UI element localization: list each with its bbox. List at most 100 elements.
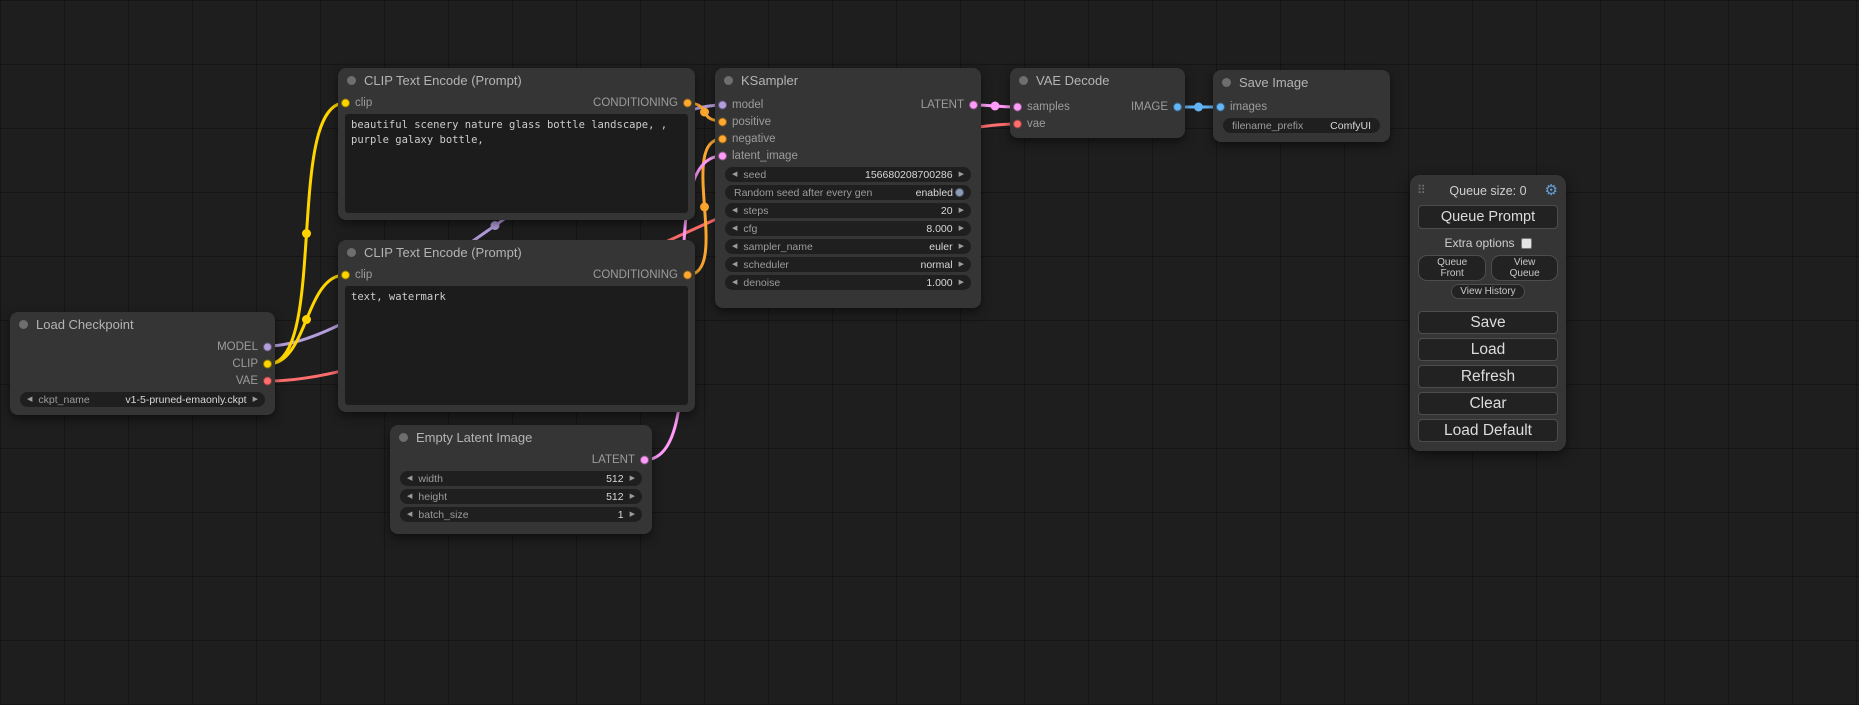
node-title-bar[interactable]: Empty Latent Image [390,425,652,449]
collapse-dot-icon[interactable] [724,76,733,85]
extra-options-checkbox[interactable] [1521,238,1532,249]
clear-button[interactable]: Clear [1418,392,1558,415]
increment-arrow-icon[interactable]: ▶ [630,493,635,500]
node-title-bar[interactable]: KSampler [715,68,981,92]
widget-height[interactable]: ◀ height 512 ▶ [400,489,642,504]
drag-handle-icon[interactable]: ⠿ [1417,183,1426,197]
view-history-button[interactable]: View History [1451,284,1524,299]
widget-steps[interactable]: ◀ steps 20 ▶ [725,203,971,218]
widget-label: filename_prefix [1232,120,1303,132]
graph-canvas[interactable]: Load Checkpoint MODEL CLIP VAE ◀ ckpt_na… [0,0,1859,705]
collapse-dot-icon[interactable] [399,433,408,442]
collapse-dot-icon[interactable] [19,320,28,329]
widget-width[interactable]: ◀ width 512 ▶ [400,471,642,486]
port-samples-input[interactable] [1013,102,1022,111]
node-title-bar[interactable]: CLIP Text Encode (Prompt) [338,68,695,92]
widget-denoise[interactable]: ◀ denoise 1.000 ▶ [725,275,971,290]
decrement-arrow-icon[interactable]: ◀ [732,279,737,286]
widget-sampler-name[interactable]: ◀ sampler_name euler ▶ [725,239,971,254]
increment-arrow-icon[interactable]: ▶ [959,171,964,178]
port-positive-input[interactable] [718,117,727,126]
decrement-arrow-icon[interactable]: ◀ [732,225,737,232]
input-label-latent-image: latent_image [715,150,798,162]
settings-gear-icon[interactable]: ⚙ [1545,181,1558,199]
increment-arrow-icon[interactable]: ▶ [630,475,635,482]
widget-ckpt-name[interactable]: ◀ ckpt_name v1-5-pruned-emaonly.ckpt ▶ [20,392,265,407]
node-title: CLIP Text Encode (Prompt) [364,73,522,88]
save-button[interactable]: Save [1418,311,1558,334]
node-vae-decode[interactable]: VAE Decode samples IMAGE vae [1010,68,1185,138]
widget-label: cfg [743,223,757,235]
view-queue-button[interactable]: View Queue [1491,255,1558,281]
toggle-dot-icon[interactable] [955,188,964,197]
load-button[interactable]: Load [1418,338,1558,361]
increment-arrow-icon[interactable]: ▶ [959,225,964,232]
node-title: Save Image [1239,75,1308,90]
port-vae-input[interactable] [1013,119,1022,128]
increment-arrow-icon[interactable]: ▶ [959,261,964,268]
port-model-input[interactable] [718,100,727,109]
widget-label: height [418,491,447,503]
node-title-bar[interactable]: VAE Decode [1010,68,1185,92]
port-latent-image-input[interactable] [718,151,727,160]
decrement-arrow-icon[interactable]: ◀ [407,493,412,500]
prompt-textarea[interactable]: beautiful scenery nature glass bottle la… [345,114,688,213]
node-title-bar[interactable]: Save Image [1213,70,1390,94]
collapse-dot-icon[interactable] [347,248,356,257]
port-images-input[interactable] [1216,102,1225,111]
widget-scheduler[interactable]: ◀ scheduler normal ▶ [725,257,971,272]
decrement-arrow-icon[interactable]: ◀ [732,171,737,178]
increment-arrow-icon[interactable]: ▶ [253,396,258,403]
collapse-dot-icon[interactable] [1019,76,1028,85]
output-label-conditioning: CONDITIONING [593,97,695,109]
port-clip-output[interactable] [263,359,272,368]
queue-front-button[interactable]: Queue Front [1418,255,1486,281]
node-title-bar[interactable]: Load Checkpoint [10,312,275,336]
node-load-checkpoint[interactable]: Load Checkpoint MODEL CLIP VAE ◀ ckpt_na… [10,312,275,415]
port-model-output[interactable] [263,342,272,351]
slot-row: positive [715,113,981,130]
widget-cfg[interactable]: ◀ cfg 8.000 ▶ [725,221,971,236]
node-save-image[interactable]: Save Image images filename_prefix ComfyU… [1213,70,1390,142]
port-conditioning-output[interactable] [683,270,692,279]
queue-prompt-button[interactable]: Queue Prompt [1418,205,1558,229]
port-vae-output[interactable] [263,376,272,385]
increment-arrow-icon[interactable]: ▶ [630,511,635,518]
node-ksampler[interactable]: KSampler model LATENT positive negative … [715,68,981,308]
decrement-arrow-icon[interactable]: ◀ [27,396,32,403]
slot-row: clip CONDITIONING [338,266,695,283]
prompt-textarea[interactable]: text, watermark [345,286,688,405]
increment-arrow-icon[interactable]: ▶ [959,207,964,214]
decrement-arrow-icon[interactable]: ◀ [732,261,737,268]
queue-buttons-row: Queue Front View Queue [1418,255,1558,281]
decrement-arrow-icon[interactable]: ◀ [407,475,412,482]
port-latent-output[interactable] [969,100,978,109]
decrement-arrow-icon[interactable]: ◀ [732,207,737,214]
load-default-button[interactable]: Load Default [1418,419,1558,442]
decrement-arrow-icon[interactable]: ◀ [732,243,737,250]
port-conditioning-output[interactable] [683,98,692,107]
widget-value: 1.000 [926,277,952,289]
port-latent-output[interactable] [640,455,649,464]
increment-arrow-icon[interactable]: ▶ [959,243,964,250]
decrement-arrow-icon[interactable]: ◀ [407,511,412,518]
collapse-dot-icon[interactable] [1222,78,1231,87]
port-negative-input[interactable] [718,134,727,143]
widget-batch-size[interactable]: ◀ batch_size 1 ▶ [400,507,642,522]
widget-random-seed-toggle[interactable]: Random seed after every gen enabled [725,185,971,200]
collapse-dot-icon[interactable] [347,76,356,85]
port-clip-input[interactable] [341,98,350,107]
extra-options-row: Extra options [1418,236,1558,250]
widget-seed[interactable]: ◀ seed 156680208700286 ▶ [725,167,971,182]
port-image-output[interactable] [1173,102,1182,111]
slot-row: negative [715,130,981,147]
node-title-bar[interactable]: CLIP Text Encode (Prompt) [338,240,695,264]
widget-filename-prefix[interactable]: filename_prefix ComfyUI [1223,118,1380,133]
queue-menu-panel: ⠿ Queue size: 0 ⚙ Queue Prompt Extra opt… [1410,175,1566,451]
increment-arrow-icon[interactable]: ▶ [959,279,964,286]
node-clip-text-encode-negative[interactable]: CLIP Text Encode (Prompt) clip CONDITION… [338,240,695,412]
port-clip-input[interactable] [341,270,350,279]
node-empty-latent-image[interactable]: Empty Latent Image LATENT ◀ width 512 ▶ … [390,425,652,534]
node-clip-text-encode-positive[interactable]: CLIP Text Encode (Prompt) clip CONDITION… [338,68,695,220]
refresh-button[interactable]: Refresh [1418,365,1558,388]
